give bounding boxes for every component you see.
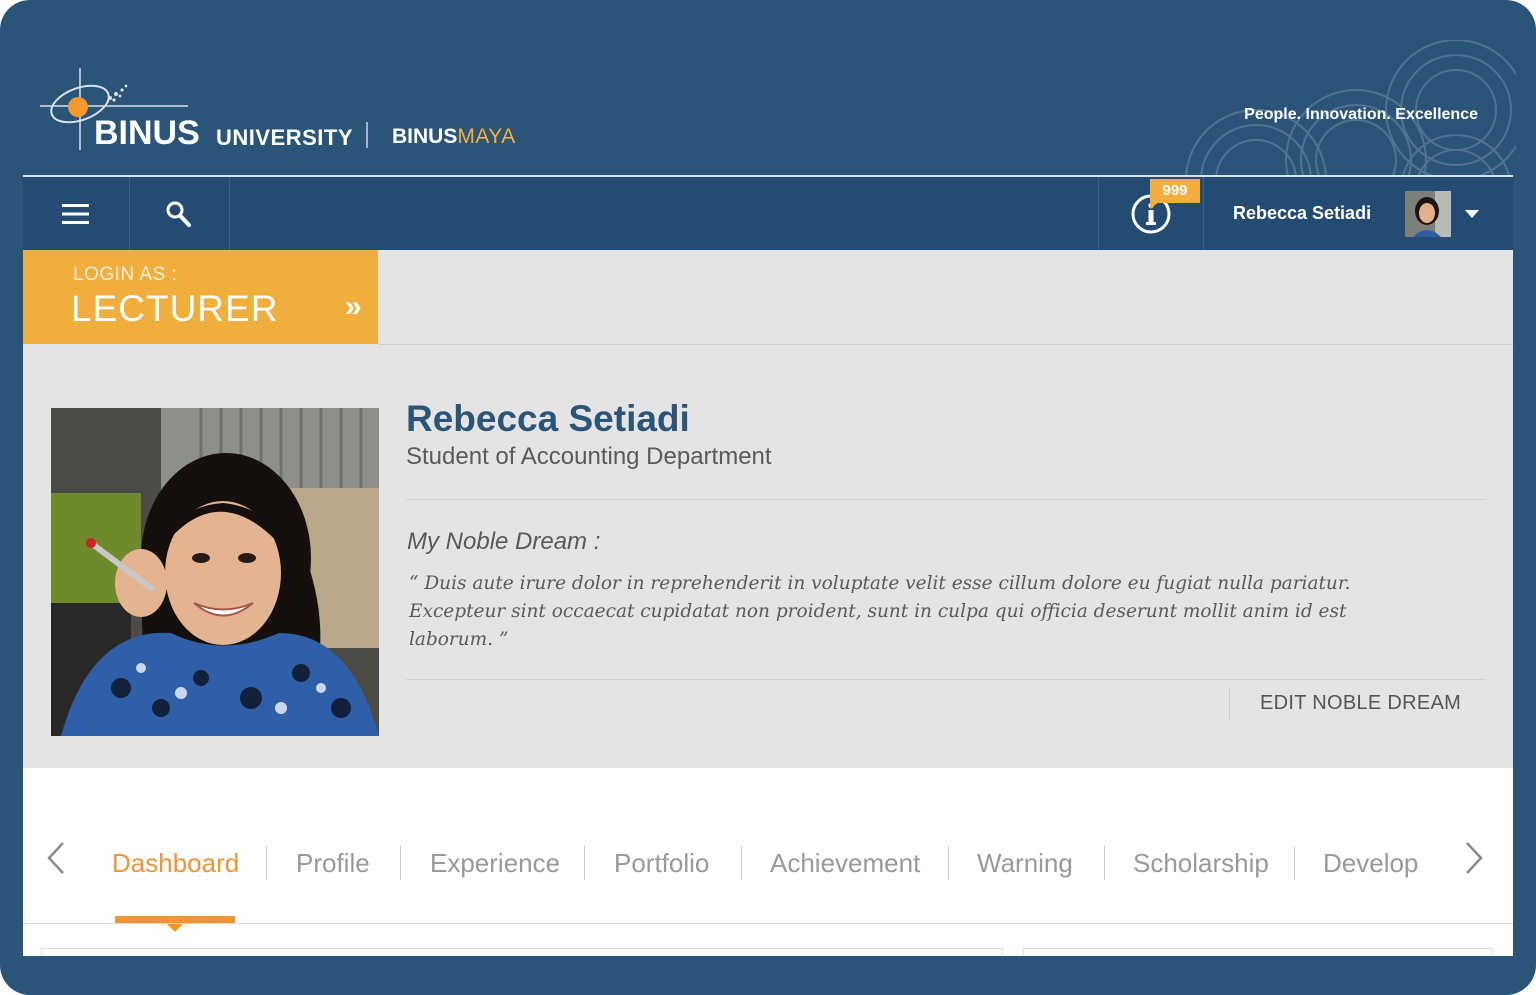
top-navigation-bar: 999 Rebecca Setiadi: [23, 177, 1513, 250]
tab-scholarship[interactable]: Scholarship: [1133, 848, 1269, 879]
user-name[interactable]: Rebecca Setiadi: [1233, 177, 1371, 250]
logo-binus-text: BINUS: [94, 114, 200, 152]
tagline: People. Innovation. Excellence: [1244, 106, 1478, 123]
search-icon: [166, 201, 191, 227]
chevron-left-icon: [47, 842, 64, 874]
tabs-prev-button[interactable]: [45, 840, 67, 886]
tab-warning[interactable]: Warning: [977, 848, 1073, 879]
tab-separator: [584, 846, 585, 880]
tab-experience[interactable]: Experience: [430, 848, 560, 879]
user-avatar[interactable]: [1405, 191, 1451, 237]
profile-divider: [406, 499, 1486, 500]
binusmaya-logo: BINUSMAYA: [392, 125, 516, 149]
noble-dream-divider: [406, 679, 1486, 680]
logo-divider: [366, 122, 368, 148]
site-header: BINUS UNIVERSITY BINUSMAYA People. Innov…: [0, 0, 1536, 180]
tabs-baseline: [23, 923, 1513, 924]
tab-develop[interactable]: Develop: [1323, 848, 1418, 879]
notification-badge: 999: [1150, 179, 1200, 203]
hamburger-icon: [62, 203, 89, 224]
noble-dream-text: “ Duis aute irure dolor in reprehenderit…: [409, 573, 1351, 650]
notification-badge-tail: [1150, 201, 1160, 209]
tab-achievement[interactable]: Achievement: [770, 848, 920, 879]
tab-dashboard[interactable]: Dashboard: [112, 848, 239, 879]
binusmaya-suffix: MAYA: [457, 125, 516, 148]
tab-separator: [266, 846, 267, 880]
tab-separator: [948, 846, 949, 880]
double-chevron-right-icon: »: [345, 290, 362, 323]
profile-photo: [51, 408, 379, 736]
profile-photo-image: [51, 408, 379, 736]
logo-university-text: UNIVERSITY: [216, 125, 354, 150]
tab-separator: [400, 846, 401, 880]
tabs-next-button[interactable]: [1463, 840, 1485, 886]
profile-panel: LOGIN AS : LECTURER » Rebecca Setiadi St…: [23, 250, 1513, 768]
noble-dream-title: My Noble Dream :: [407, 528, 601, 555]
app-frame: BINUS UNIVERSITY BINUSMAYA People. Innov…: [0, 0, 1536, 995]
binus-logo[interactable]: BINUS UNIVERSITY BINUSMAYA: [36, 64, 556, 164]
menu-button[interactable]: [23, 177, 130, 250]
panel-divider: [378, 344, 1513, 345]
main-content: LOGIN AS : LECTURER » Rebecca Setiadi St…: [23, 250, 1513, 956]
login-as-switcher[interactable]: LOGIN AS : LECTURER »: [23, 250, 378, 344]
chevron-right-icon: [1466, 842, 1483, 874]
edit-separator: [1229, 688, 1230, 720]
binusmaya-prefix: BINUS: [392, 125, 458, 148]
tab-separator: [1104, 846, 1105, 880]
dashboard-card-left: [41, 948, 1003, 956]
profile-tabs: Dashboard Profile Experience Portfolio A…: [23, 830, 1513, 932]
edit-noble-dream-button[interactable]: EDIT NOBLE DREAM: [1260, 692, 1461, 715]
avatar-image: [1405, 191, 1451, 237]
profile-name: Rebecca Setiadi: [406, 398, 690, 439]
dashboard-card-right: [1023, 948, 1493, 956]
tab-portfolio[interactable]: Portfolio: [614, 848, 709, 879]
login-as-label: LOGIN AS :: [73, 264, 178, 285]
tab-separator: [741, 846, 742, 880]
tab-profile[interactable]: Profile: [296, 848, 370, 879]
active-tab-pointer: [167, 924, 183, 932]
login-role: LECTURER: [71, 288, 279, 329]
tab-separator: [1294, 846, 1295, 880]
chevron-down-icon[interactable]: [1465, 210, 1479, 218]
profile-department: Student of Accounting Department: [406, 443, 772, 470]
search-button[interactable]: [129, 177, 230, 250]
